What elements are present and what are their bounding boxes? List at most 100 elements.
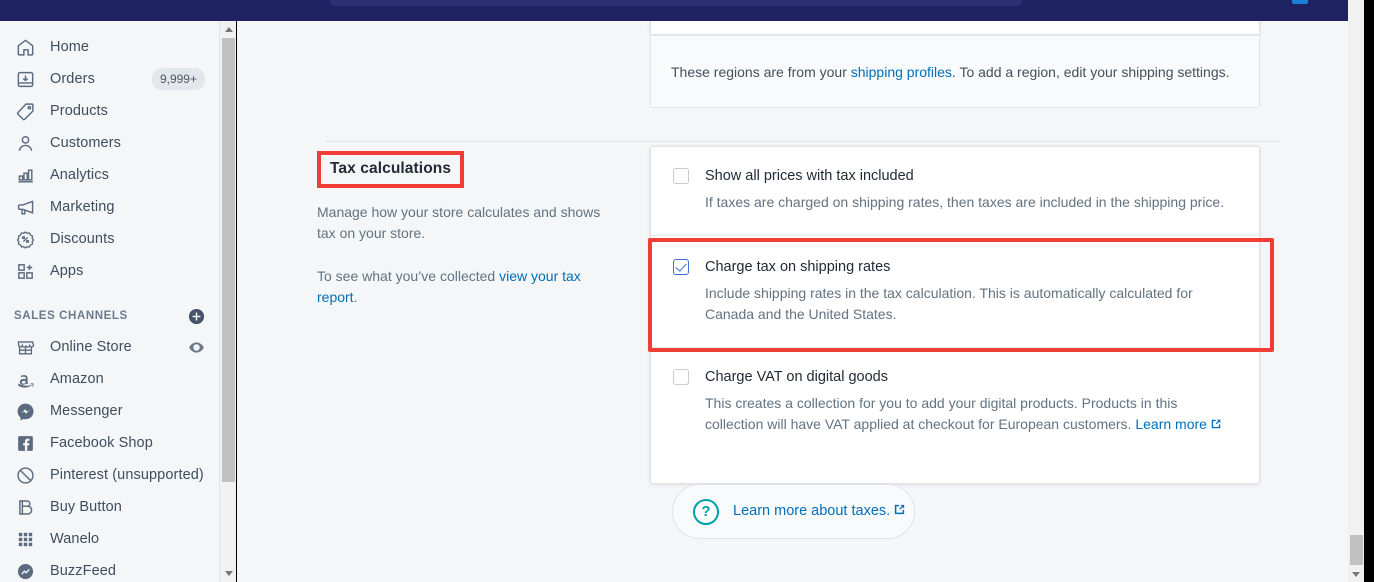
sidebar-item-customers[interactable]: Customers <box>0 127 219 159</box>
sidebar-item-label: Customers <box>50 135 121 151</box>
main-content: These regions are from your shipping pro… <box>237 21 1348 582</box>
sidebar-item-label: Analytics <box>50 167 109 183</box>
sidebar-scroll-down-icon[interactable] <box>220 565 237 582</box>
page-scrollbar[interactable] <box>1348 0 1364 582</box>
tax-report-text-before: To see what you’ve collected <box>317 268 500 284</box>
sidebar-item-label: Buy Button <box>50 499 122 515</box>
sidebar-item-amazon[interactable]: Amazon <box>0 363 219 395</box>
question-circle-icon: ? <box>693 498 719 525</box>
topbar-indicator[interactable] <box>1292 0 1308 4</box>
help-banner-text: Learn more about taxes. <box>733 503 891 519</box>
sales-channels-header: SALES CHANNELS <box>0 301 219 331</box>
sidebar-item-buy-button[interactable]: Buy Button <box>0 491 219 523</box>
sidebar-scrollbar[interactable] <box>219 21 236 582</box>
sidebar-item-label: Pinterest (unsupported) <box>50 467 204 483</box>
sidebar-item-label: Online Store <box>50 339 132 355</box>
sidebar-scroll-thumb[interactable] <box>222 38 235 482</box>
orders-count-badge: 9,999+ <box>151 68 205 90</box>
discounts-percent-icon <box>14 228 36 250</box>
note-text-before: These regions are from your <box>671 63 851 80</box>
buy-button-icon <box>14 496 36 518</box>
sidebar-item-products[interactable]: Products <box>0 95 219 127</box>
products-tag-icon <box>14 100 36 122</box>
page-scroll-down-icon[interactable] <box>1348 566 1364 582</box>
section-description-2: To see what you’ve collected view your t… <box>317 266 609 308</box>
sidebar-item-label: Home <box>50 39 90 55</box>
online-store-icon <box>14 336 36 358</box>
analytics-bars-icon <box>14 164 36 186</box>
primary-nav: Home Orders 9,999+ Products Customers An… <box>0 21 219 582</box>
app-screen: Home Orders 9,999+ Products Customers An… <box>0 0 1374 582</box>
sidebar-item-label: Discounts <box>50 231 115 247</box>
sidebar-item-home[interactable]: Home <box>0 31 219 63</box>
sidebar-item-label: Amazon <box>50 371 104 387</box>
home-icon <box>14 36 36 58</box>
viewport-edge <box>1364 0 1374 582</box>
tax-options-card: Show all prices with tax included If tax… <box>650 146 1260 484</box>
checkbox-charge-vat-digital[interactable] <box>673 369 689 385</box>
page-scroll-thumb[interactable] <box>1350 535 1363 565</box>
sidebar-item-wanelo[interactable]: Wanelo <box>0 523 219 555</box>
sidebar-item-orders[interactable]: Orders 9,999+ <box>0 63 219 95</box>
customers-person-icon <box>14 132 36 154</box>
shipping-regions-note-text: These regions are from your shipping pro… <box>671 62 1230 82</box>
shipping-regions-card <box>650 21 1260 35</box>
external-link-icon <box>893 503 906 520</box>
section-divider <box>325 141 1280 142</box>
tax-calculations-label-column: Tax calculations Manage how your store c… <box>317 151 617 308</box>
eye-icon[interactable] <box>188 339 205 356</box>
left-sidebar: Home Orders 9,999+ Products Customers An… <box>0 21 219 582</box>
wanelo-grid-icon <box>14 528 36 550</box>
apps-grid-plus-icon <box>14 260 36 282</box>
option-label: Charge VAT on digital goods <box>705 369 888 385</box>
option-charge-vat-digital[interactable]: Charge VAT on digital goods This creates… <box>651 348 1259 458</box>
sales-channels-title: SALES CHANNELS <box>14 310 128 322</box>
option-description: This creates a collection for you to add… <box>705 393 1237 436</box>
sidebar-item-label: Facebook Shop <box>50 435 153 451</box>
sidebar-item-label: BuzzFeed <box>50 563 117 579</box>
sidebar-item-analytics[interactable]: Analytics <box>0 159 219 191</box>
checkbox-charge-tax-shipping[interactable] <box>673 259 689 275</box>
add-circle-icon[interactable] <box>188 308 205 325</box>
sidebar-item-label: Wanelo <box>50 531 100 547</box>
sidebar-scroll-up-icon[interactable] <box>220 21 237 38</box>
option-label: Show all prices with tax included <box>705 168 914 184</box>
option-charge-tax-shipping[interactable]: Charge tax on shipping rates Include shi… <box>651 236 1259 347</box>
sidebar-item-label: Apps <box>50 263 84 279</box>
shipping-profiles-link[interactable]: shipping profiles <box>851 64 952 80</box>
page-title: Tax calculations <box>330 160 452 177</box>
learn-more-about-taxes-banner[interactable]: ? Learn more about taxes. <box>672 484 915 539</box>
shipping-regions-note: These regions are from your shipping pro… <box>650 35 1260 108</box>
marketing-megaphone-icon <box>14 196 36 218</box>
sidebar-item-marketing[interactable]: Marketing <box>0 191 219 223</box>
top-navigation-bar <box>0 0 1348 21</box>
sidebar-item-label: Marketing <box>50 199 115 215</box>
facebook-icon <box>14 432 36 454</box>
sidebar-item-label: Messenger <box>50 403 123 419</box>
orders-inbox-icon <box>14 68 36 90</box>
option-label: Charge tax on shipping rates <box>705 259 891 275</box>
checkbox-show-prices-with-tax[interactable] <box>673 168 689 184</box>
sidebar-item-facebook-shop[interactable]: Facebook Shop <box>0 427 219 459</box>
sidebar-item-messenger[interactable]: Messenger <box>0 395 219 427</box>
sidebar-item-online-store[interactable]: Online Store <box>0 331 219 363</box>
option-description: If taxes are charged on shipping rates, … <box>705 194 1225 210</box>
pinterest-disabled-icon <box>14 464 36 486</box>
vat-learn-more-link[interactable]: Learn more <box>1135 416 1207 432</box>
external-link-icon <box>1210 415 1222 436</box>
option-description: Include shipping rates in the tax calcul… <box>705 285 1193 322</box>
page-title-highlight: Tax calculations <box>317 151 465 188</box>
messenger-icon <box>14 400 36 422</box>
buzzfeed-icon <box>14 560 36 582</box>
sidebar-item-label: Products <box>50 103 109 119</box>
sidebar-item-apps[interactable]: Apps <box>0 255 219 287</box>
amazon-icon <box>14 368 36 390</box>
option-show-prices-with-tax[interactable]: Show all prices with tax included If tax… <box>651 147 1259 235</box>
sidebar-item-pinterest[interactable]: Pinterest (unsupported) <box>0 459 219 491</box>
global-search-input[interactable] <box>330 0 1022 6</box>
learn-more-about-taxes-label: Learn more about taxes. <box>733 503 906 520</box>
sidebar-item-label: Orders <box>50 71 95 87</box>
sidebar-item-buzzfeed[interactable]: BuzzFeed <box>0 555 219 582</box>
sidebar-item-discounts[interactable]: Discounts <box>0 223 219 255</box>
section-description: Manage how your store calculates and sho… <box>317 204 601 241</box>
